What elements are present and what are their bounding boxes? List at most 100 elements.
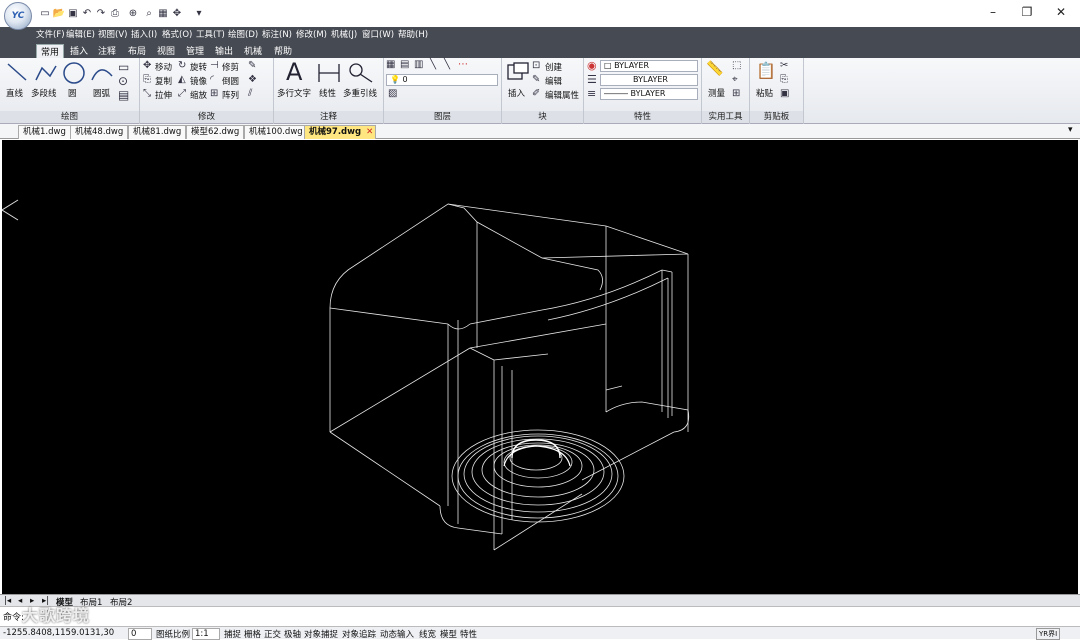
id-point-icon[interactable]: ⊞ (732, 88, 740, 99)
line-button[interactable]: 直线 (6, 87, 23, 99)
tab-annotate[interactable]: 注释 (94, 44, 120, 58)
create-block-icon[interactable]: ⊡ (532, 60, 540, 71)
doc-tab[interactable]: 机械1.dwg (18, 125, 71, 139)
menu-insert[interactable]: 插入(I) (131, 28, 157, 40)
tab-dropdown-icon[interactable]: ▾ (1068, 125, 1073, 135)
command-line[interactable]: 命令: (0, 606, 1080, 626)
first-tab-icon[interactable]: |◂ (4, 596, 11, 606)
array-button[interactable]: 阵列 (222, 89, 239, 101)
polyline-button[interactable]: 多段线 (31, 87, 57, 99)
menu-dimension[interactable]: 标注(N) (262, 28, 292, 40)
ellipse-icon[interactable]: ⊙ (118, 74, 128, 88)
offset-icon[interactable]: ⫽ (248, 88, 252, 99)
tab-output[interactable]: 输出 (211, 44, 237, 58)
insert-block-button[interactable]: 插入 (508, 87, 525, 99)
stretch-icon[interactable]: ⤡ (143, 88, 151, 99)
undo-icon[interactable]: ↶ (80, 6, 94, 20)
edit-attr-icon[interactable]: ✐ (532, 88, 540, 99)
tab-manage[interactable]: 管理 (182, 44, 208, 58)
match-properties-icon[interactable]: ▣ (780, 88, 789, 99)
paste-icon[interactable]: 📋 (756, 61, 776, 80)
toggle-model[interactable]: 模型 (440, 628, 457, 640)
match-prop-icon[interactable]: ⊕ (126, 6, 140, 20)
doc-tab-active[interactable]: 机械97.dwg ✕ (304, 125, 376, 139)
arc-button[interactable]: 圆弧 (93, 87, 110, 99)
layer-isolate-icon[interactable]: ▥ (414, 59, 423, 70)
measure-button[interactable]: 测量 (708, 87, 725, 99)
print-icon[interactable]: ⎙ (108, 6, 122, 20)
insert-block-icon[interactable] (506, 61, 530, 83)
tab-home[interactable]: 常用 (36, 44, 65, 58)
layer-state-icon[interactable]: ▤ (400, 59, 409, 70)
open-file-icon[interactable]: 📂 (52, 6, 66, 20)
qa-dropdown-icon[interactable]: ▾ (192, 6, 206, 20)
doc-tab[interactable]: 机械100.dwg (244, 125, 308, 139)
minimize-button[interactable]: – (978, 3, 1008, 21)
copy-icon[interactable]: ⎘ (143, 74, 151, 85)
toggle-osnap[interactable]: 对象捕捉 (304, 628, 338, 640)
select-all-icon[interactable]: ⬚ (732, 60, 741, 71)
doc-tab[interactable]: 模型62.dwg (186, 125, 245, 139)
toggle-lineweight[interactable]: 线宽 (419, 628, 436, 640)
trim-button[interactable]: 修剪 (222, 61, 239, 73)
scale-select[interactable]: 1:1 (192, 628, 220, 640)
array-icon[interactable]: ⊞ (210, 88, 218, 99)
pan-icon[interactable]: ✥ (170, 6, 184, 20)
scale-button[interactable]: 缩放 (190, 89, 207, 101)
lineweight-select[interactable]: ――― BYLAYER (600, 88, 698, 100)
linear-dim-button[interactable]: 线性 (319, 87, 336, 99)
create-block-button[interactable]: 创建 (545, 61, 562, 73)
menu-format[interactable]: 格式(O) (162, 28, 192, 40)
status-badge[interactable]: YR界I (1036, 628, 1061, 640)
layer-line-icon[interactable]: ╲ (430, 59, 436, 70)
rectangle-icon[interactable]: ▭ (118, 60, 129, 74)
toggle-grid[interactable]: 栅格 (244, 628, 261, 640)
zoom-icon[interactable]: ⌕ (142, 6, 156, 20)
stretch-button[interactable]: 拉伸 (155, 89, 172, 101)
tab-view[interactable]: 视图 (153, 44, 179, 58)
move-button[interactable]: 移动 (155, 61, 172, 73)
edit-block-icon[interactable]: ✎ (532, 74, 540, 85)
tab-layout[interactable]: 布局 (124, 44, 150, 58)
measure-icon[interactable]: 📏 (706, 61, 723, 77)
line-icon[interactable] (6, 62, 28, 84)
cut-icon[interactable]: ✂ (780, 60, 788, 71)
mirror-button[interactable]: 镜像 (190, 75, 207, 87)
copy-button[interactable]: 复制 (155, 75, 172, 87)
menu-edit[interactable]: 编辑(E) (66, 28, 95, 40)
mleader-button[interactable]: 多重引线 (343, 87, 377, 99)
circle-button[interactable]: 圆 (68, 87, 77, 99)
toggle-snap[interactable]: 捕捉 (224, 628, 241, 640)
tab-help[interactable]: 帮助 (270, 44, 296, 58)
doc-tab[interactable]: 机械48.dwg (70, 125, 129, 139)
scale-icon[interactable]: ⤢ (178, 88, 186, 99)
tab-insert[interactable]: 插入 (66, 44, 92, 58)
trim-icon[interactable]: ⊣ (210, 60, 219, 71)
edit-block-button[interactable]: 编辑 (545, 75, 562, 87)
toggle-properties[interactable]: 特性 (460, 628, 477, 640)
toggle-otrack[interactable]: 对象追踪 (342, 628, 376, 640)
arc-icon[interactable] (90, 62, 114, 84)
menu-modify[interactable]: 修改(M) (296, 28, 327, 40)
new-file-icon[interactable]: ▭ (38, 6, 52, 20)
quick-select-icon[interactable]: ⌖ (732, 74, 738, 85)
menu-help[interactable]: 帮助(H) (398, 28, 428, 40)
mleader-icon[interactable] (348, 62, 374, 84)
linetype-select[interactable]: BYLAYER (600, 74, 698, 86)
status-layer-select[interactable]: 0 (128, 628, 152, 640)
layer-select[interactable]: 💡 0 (386, 74, 498, 86)
toggle-ortho[interactable]: 正交 (264, 628, 281, 640)
menu-mechanical[interactable]: 机械(J) (331, 28, 357, 40)
drawing-canvas[interactable] (2, 140, 1078, 594)
circle-icon[interactable] (62, 61, 86, 85)
mtext-button[interactable]: 多行文字 (277, 87, 311, 99)
menu-tools[interactable]: 工具(T) (196, 28, 225, 40)
move-icon[interactable]: ✥ (143, 60, 151, 71)
menu-view[interactable]: 视图(V) (98, 28, 127, 40)
toggle-polar[interactable]: 极轴 (284, 628, 301, 640)
paste-button[interactable]: 粘贴 (756, 87, 773, 99)
doc-tab[interactable]: 机械81.dwg (128, 125, 187, 139)
menu-window[interactable]: 窗口(W) (362, 28, 394, 40)
app-logo[interactable]: YC (4, 2, 32, 30)
menu-draw[interactable]: 绘图(D) (228, 28, 258, 40)
